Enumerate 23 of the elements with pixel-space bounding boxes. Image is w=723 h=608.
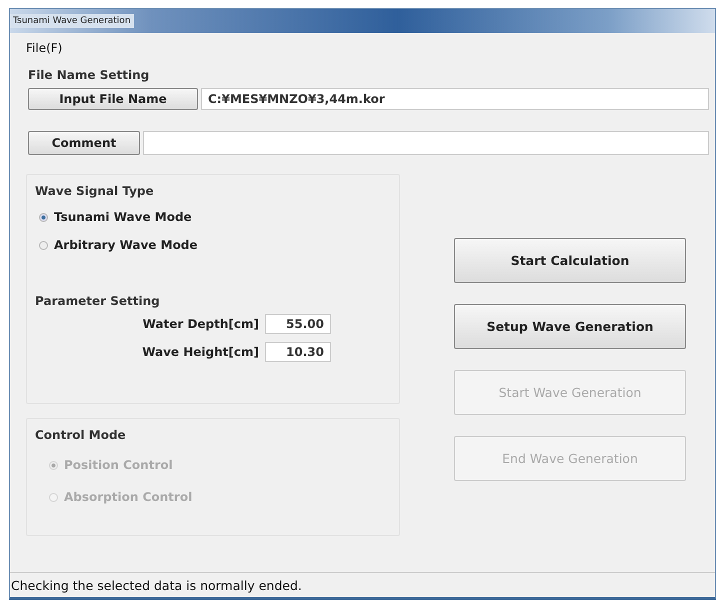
radio-label: Arbitrary Wave Mode [54,238,198,252]
section-label: File Name Setting [28,68,150,82]
input-file-name-button[interactable]: Input File Name [28,88,198,110]
section-label: Parameter Setting [35,294,161,308]
radio-button[interactable] [39,212,48,222]
file-path-field[interactable]: C:¥MES¥MNZO¥3,44m.kor [201,88,709,110]
field-label: Wave Height[cm] [142,345,259,359]
number-field[interactable]: 10.30 [265,342,331,362]
action-button[interactable]: Setup Wave Generation [454,304,686,349]
group-label: Wave Signal Type [35,184,155,198]
field-label: Water Depth[cm] [142,317,259,331]
window-title: Tsunami Wave Generation [10,14,134,28]
menu-item[interactable]: File(F) [26,41,62,55]
radio-label: Tsunami Wave Mode [54,210,192,224]
comment-field[interactable] [143,131,709,155]
radio-button[interactable] [39,240,48,250]
comment-button[interactable]: Comment [28,131,140,155]
radio-label: Absorption Control [64,490,192,504]
group-label: Control Mode [35,428,127,442]
action-button[interactable]: Start Calculation [454,238,686,283]
radio-label: Position Control [64,458,173,472]
number-field[interactable]: 55.00 [265,314,331,334]
status-text: Checking the selected data is normally ended. [11,578,302,592]
